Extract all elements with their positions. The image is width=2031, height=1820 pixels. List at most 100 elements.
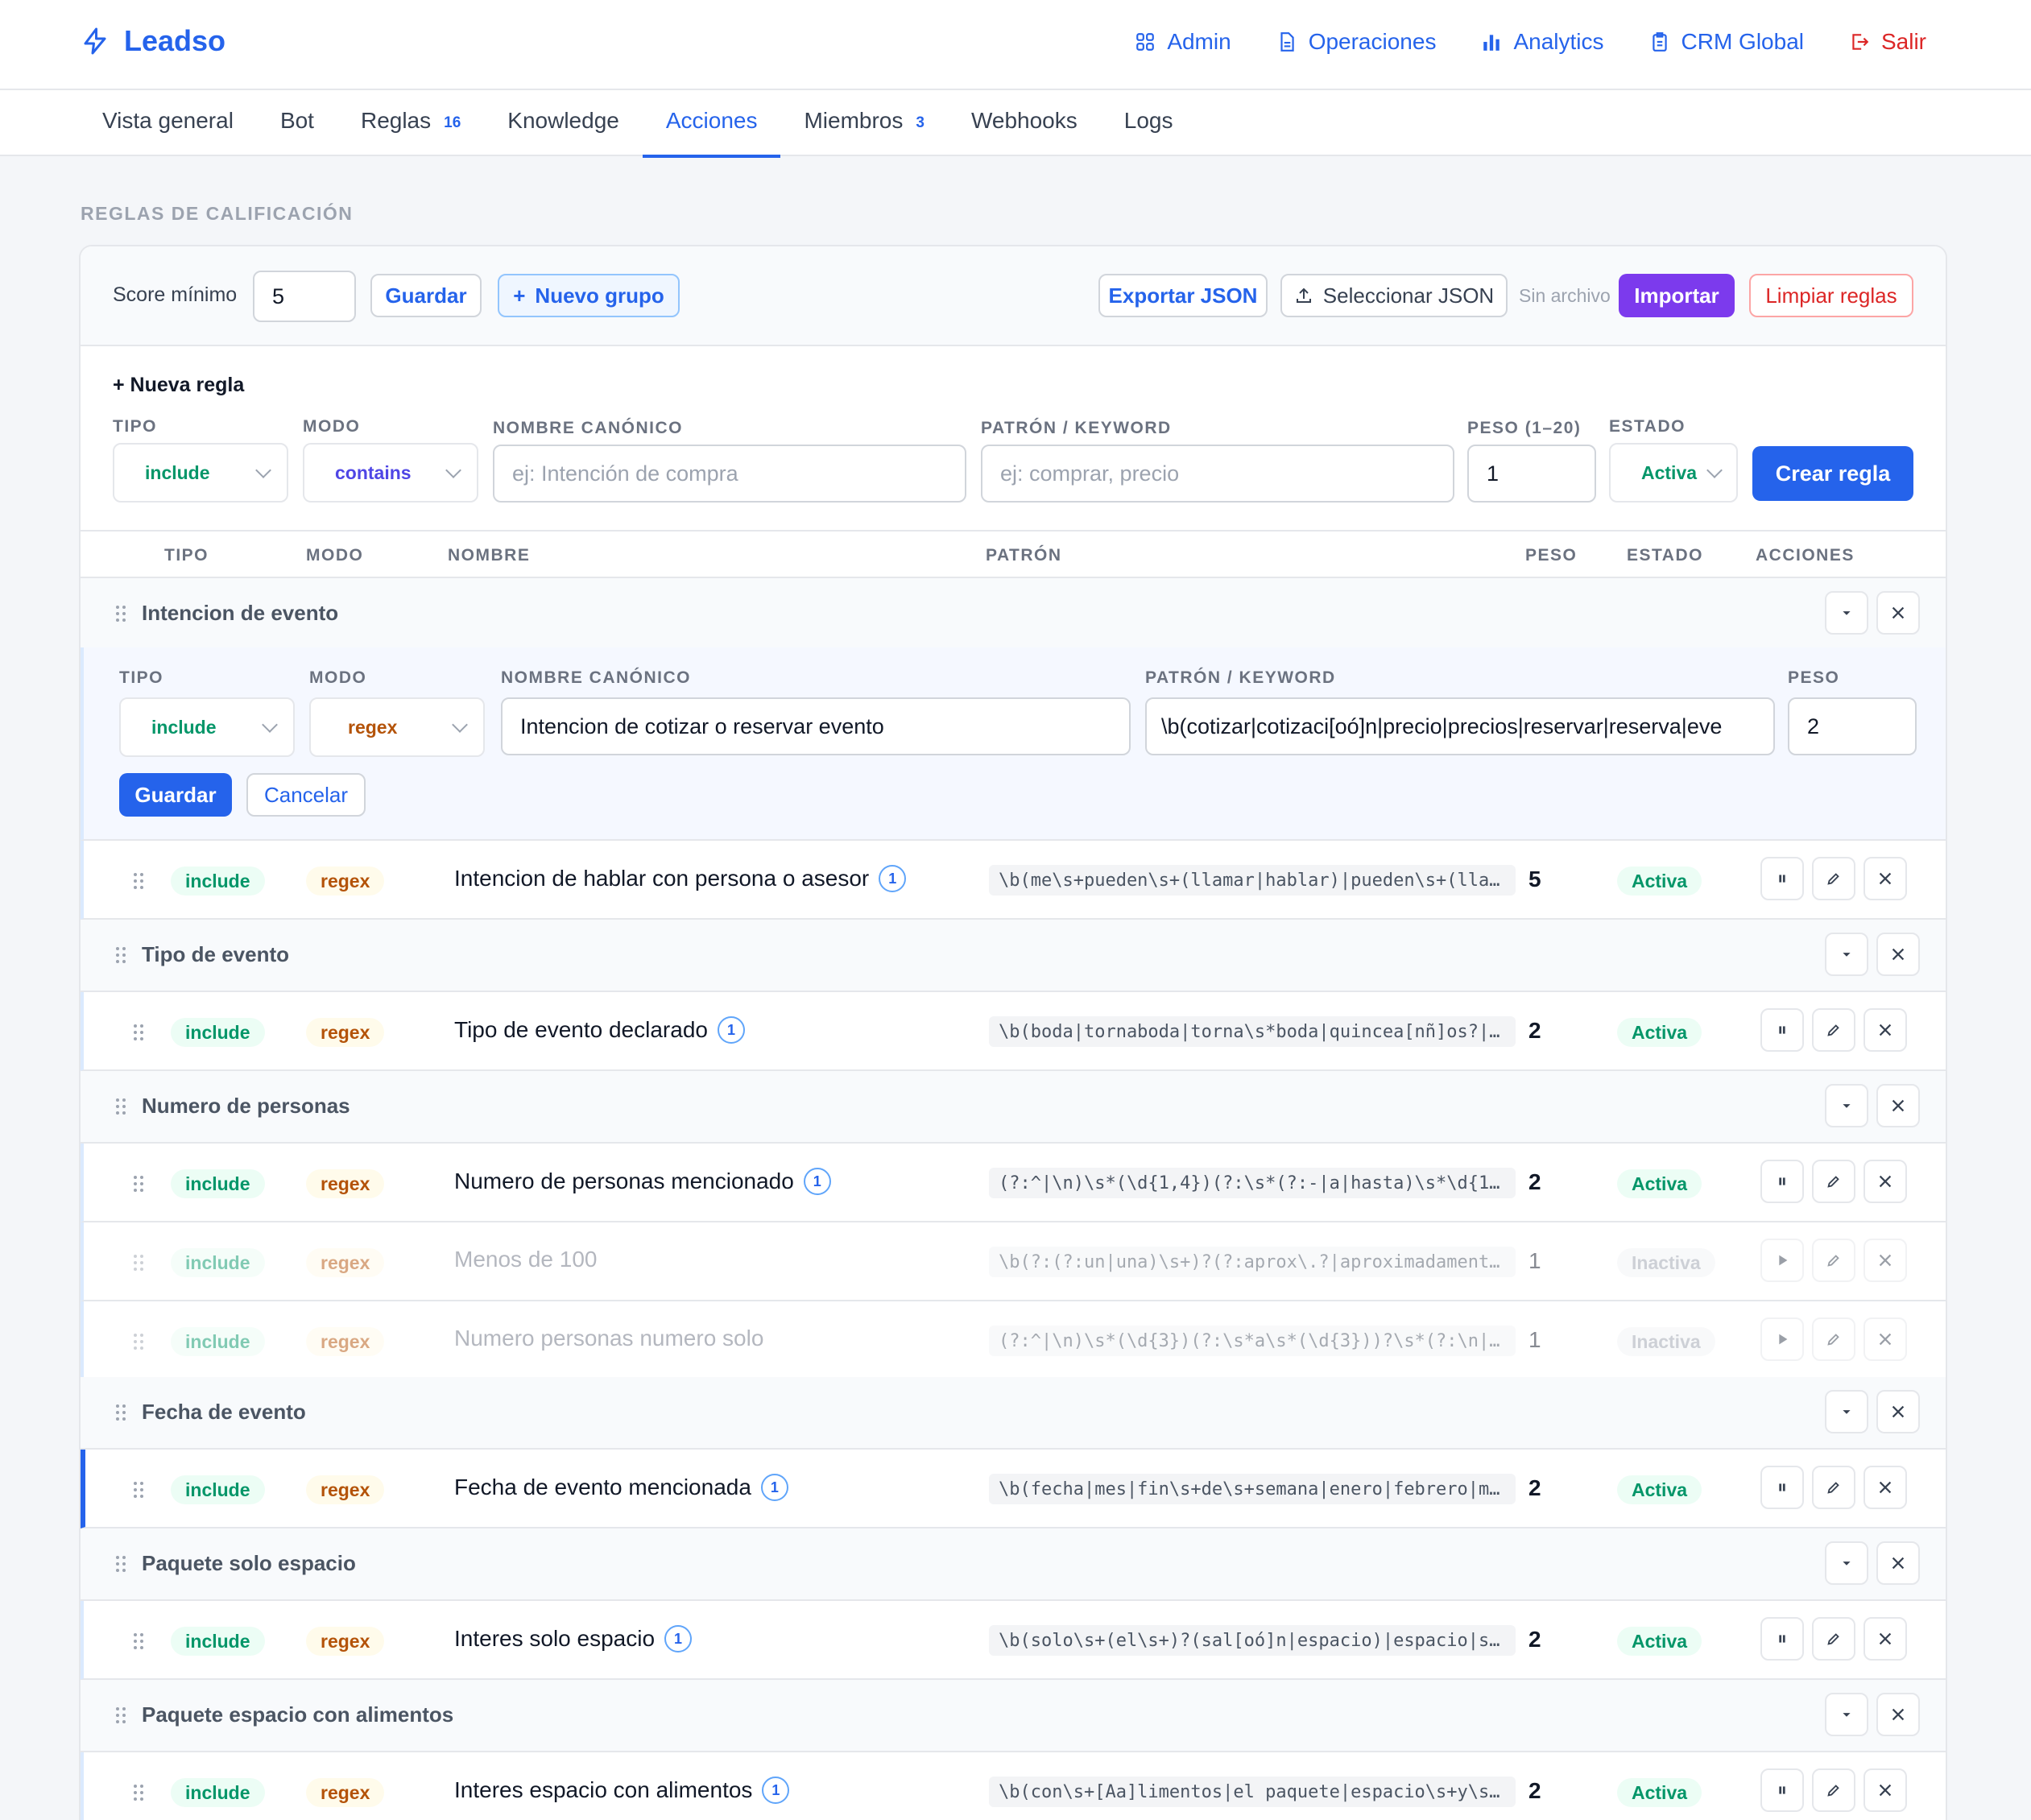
table-row[interactable]: include regex Interes espacio con alimen…: [81, 1752, 1946, 1820]
delete-button[interactable]: [1863, 1160, 1907, 1203]
collapse-button[interactable]: [1825, 591, 1868, 635]
new-name-input[interactable]: ej: Intención de compra: [493, 445, 966, 503]
drag-handle-icon[interactable]: [134, 873, 143, 889]
delete-button[interactable]: [1863, 1617, 1907, 1661]
drag-handle-icon[interactable]: [134, 1785, 143, 1801]
edit-button[interactable]: [1812, 1239, 1855, 1282]
new-group-button[interactable]: + Nuevo grupo: [498, 274, 680, 317]
drag-handle-icon[interactable]: [134, 1024, 143, 1040]
clear-rules-button[interactable]: Limpiar reglas: [1749, 274, 1913, 317]
edit-button[interactable]: [1812, 1317, 1855, 1361]
edit-button[interactable]: [1812, 1466, 1855, 1509]
edit-weight-input[interactable]: 2: [1788, 697, 1917, 755]
drag-handle-icon[interactable]: [116, 606, 126, 622]
delete-group-button[interactable]: [1876, 1693, 1920, 1736]
collapse-button[interactable]: [1825, 1693, 1868, 1736]
tab-knowledge[interactable]: Knowledge: [484, 90, 643, 156]
close-icon: [1879, 1024, 1892, 1036]
pause-button[interactable]: [1760, 1768, 1804, 1812]
collapse-button[interactable]: [1825, 1390, 1868, 1433]
save-score-button[interactable]: Guardar: [370, 274, 482, 317]
table-row[interactable]: include regex Intencion de hablar con pe…: [81, 841, 1946, 920]
group-header[interactable]: Numero de personas: [81, 1071, 1946, 1144]
collapse-button[interactable]: [1825, 933, 1868, 976]
table-row[interactable]: include regex Menos de 100 \b(?:(?:un|un…: [81, 1222, 1946, 1301]
delete-button[interactable]: [1863, 1008, 1907, 1052]
edit-button[interactable]: [1812, 1160, 1855, 1203]
drag-handle-icon[interactable]: [116, 1404, 126, 1421]
nav-operaciones[interactable]: Operaciones: [1276, 29, 1436, 55]
nav-crm-global[interactable]: CRM Global: [1649, 29, 1804, 55]
table-row[interactable]: include regex Fecha de evento mencionada…: [81, 1450, 1946, 1528]
group-header[interactable]: Paquete espacio con alimentos: [81, 1680, 1946, 1752]
edit-type-select[interactable]: include: [119, 697, 295, 757]
drag-handle-icon[interactable]: [134, 1633, 143, 1649]
group-header[interactable]: Intencion de evento: [81, 578, 1946, 651]
collapse-button[interactable]: [1825, 1541, 1868, 1585]
tab-vista-general[interactable]: Vista general: [79, 90, 257, 156]
new-pattern-input[interactable]: ej: comprar, precio: [981, 445, 1454, 503]
delete-group-button[interactable]: [1876, 1541, 1920, 1585]
group-header[interactable]: Fecha de evento: [81, 1377, 1946, 1450]
edit-button[interactable]: [1812, 857, 1855, 900]
select-json-button[interactable]: Seleccionar JSON: [1280, 274, 1508, 317]
nav-analytics[interactable]: Analytics: [1481, 29, 1604, 55]
pause-button[interactable]: [1760, 1466, 1804, 1509]
table-row[interactable]: include regex Numero de personas mencion…: [81, 1144, 1946, 1222]
drag-handle-icon[interactable]: [134, 1482, 143, 1498]
edit-mode-select[interactable]: regex: [309, 697, 485, 757]
new-weight-input[interactable]: 1: [1467, 445, 1596, 503]
edit-button[interactable]: [1812, 1768, 1855, 1812]
delete-button[interactable]: [1863, 1768, 1907, 1812]
export-json-button[interactable]: Exportar JSON: [1098, 274, 1268, 317]
new-mode-select[interactable]: contains: [303, 443, 478, 503]
delete-button[interactable]: [1863, 857, 1907, 900]
edit-cancel-button[interactable]: Cancelar: [246, 773, 366, 817]
group-header[interactable]: Tipo de evento: [81, 920, 1946, 992]
drag-handle-icon[interactable]: [134, 1176, 143, 1192]
edit-name-input[interactable]: Intencion de cotizar o reservar evento: [501, 697, 1131, 755]
drag-handle-icon[interactable]: [116, 1707, 126, 1723]
delete-group-button[interactable]: [1876, 1390, 1920, 1433]
table-row[interactable]: include regex Numero personas numero sol…: [81, 1301, 1946, 1380]
new-type-select[interactable]: include: [113, 443, 288, 503]
play-button[interactable]: [1760, 1239, 1804, 1282]
import-button[interactable]: Importar: [1619, 274, 1735, 317]
pause-button[interactable]: [1760, 1617, 1804, 1661]
tab-miembros[interactable]: Miembros 3: [780, 90, 948, 156]
delete-button[interactable]: [1863, 1317, 1907, 1361]
group-header[interactable]: Paquete solo espacio: [81, 1528, 1946, 1601]
table-row[interactable]: include regex Interes solo espacio 1 \b(s…: [81, 1601, 1946, 1680]
table-row[interactable]: include regex Tipo de evento declarado 1 …: [81, 992, 1946, 1071]
edit-pattern-input[interactable]: \b(cotizar|cotizaci[oó]n|precio|precios|…: [1145, 697, 1775, 755]
delete-group-button[interactable]: [1876, 591, 1920, 635]
nav-admin[interactable]: Admin: [1135, 29, 1231, 55]
brand-logo[interactable]: Leadso: [81, 24, 225, 58]
drag-handle-icon[interactable]: [134, 1255, 143, 1271]
collapse-button[interactable]: [1825, 1084, 1868, 1127]
drag-handle-icon[interactable]: [134, 1334, 143, 1350]
pause-button[interactable]: [1760, 857, 1804, 900]
drag-handle-icon[interactable]: [116, 1556, 126, 1572]
pause-button[interactable]: [1760, 1160, 1804, 1203]
drag-handle-icon[interactable]: [116, 1098, 126, 1115]
edit-button[interactable]: [1812, 1008, 1855, 1052]
drag-handle-icon[interactable]: [116, 947, 126, 963]
edit-save-button[interactable]: Guardar: [119, 773, 232, 817]
play-button[interactable]: [1760, 1317, 1804, 1361]
tab-bot[interactable]: Bot: [257, 90, 337, 156]
delete-button[interactable]: [1863, 1466, 1907, 1509]
edit-button[interactable]: [1812, 1617, 1855, 1661]
pause-button[interactable]: [1760, 1008, 1804, 1052]
delete-group-button[interactable]: [1876, 1084, 1920, 1127]
create-rule-button[interactable]: Crear regla: [1752, 446, 1913, 501]
delete-group-button[interactable]: [1876, 933, 1920, 976]
new-state-select[interactable]: Activa: [1609, 443, 1738, 503]
tab-webhooks[interactable]: Webhooks: [948, 90, 1101, 156]
delete-button[interactable]: [1863, 1239, 1907, 1282]
tab-acciones[interactable]: Acciones: [642, 90, 781, 158]
tab-reglas[interactable]: Reglas 16: [337, 90, 484, 156]
score-input[interactable]: 5: [253, 271, 356, 322]
tab-logs[interactable]: Logs: [1101, 90, 1197, 156]
nav-salir[interactable]: Salir: [1849, 29, 1926, 55]
